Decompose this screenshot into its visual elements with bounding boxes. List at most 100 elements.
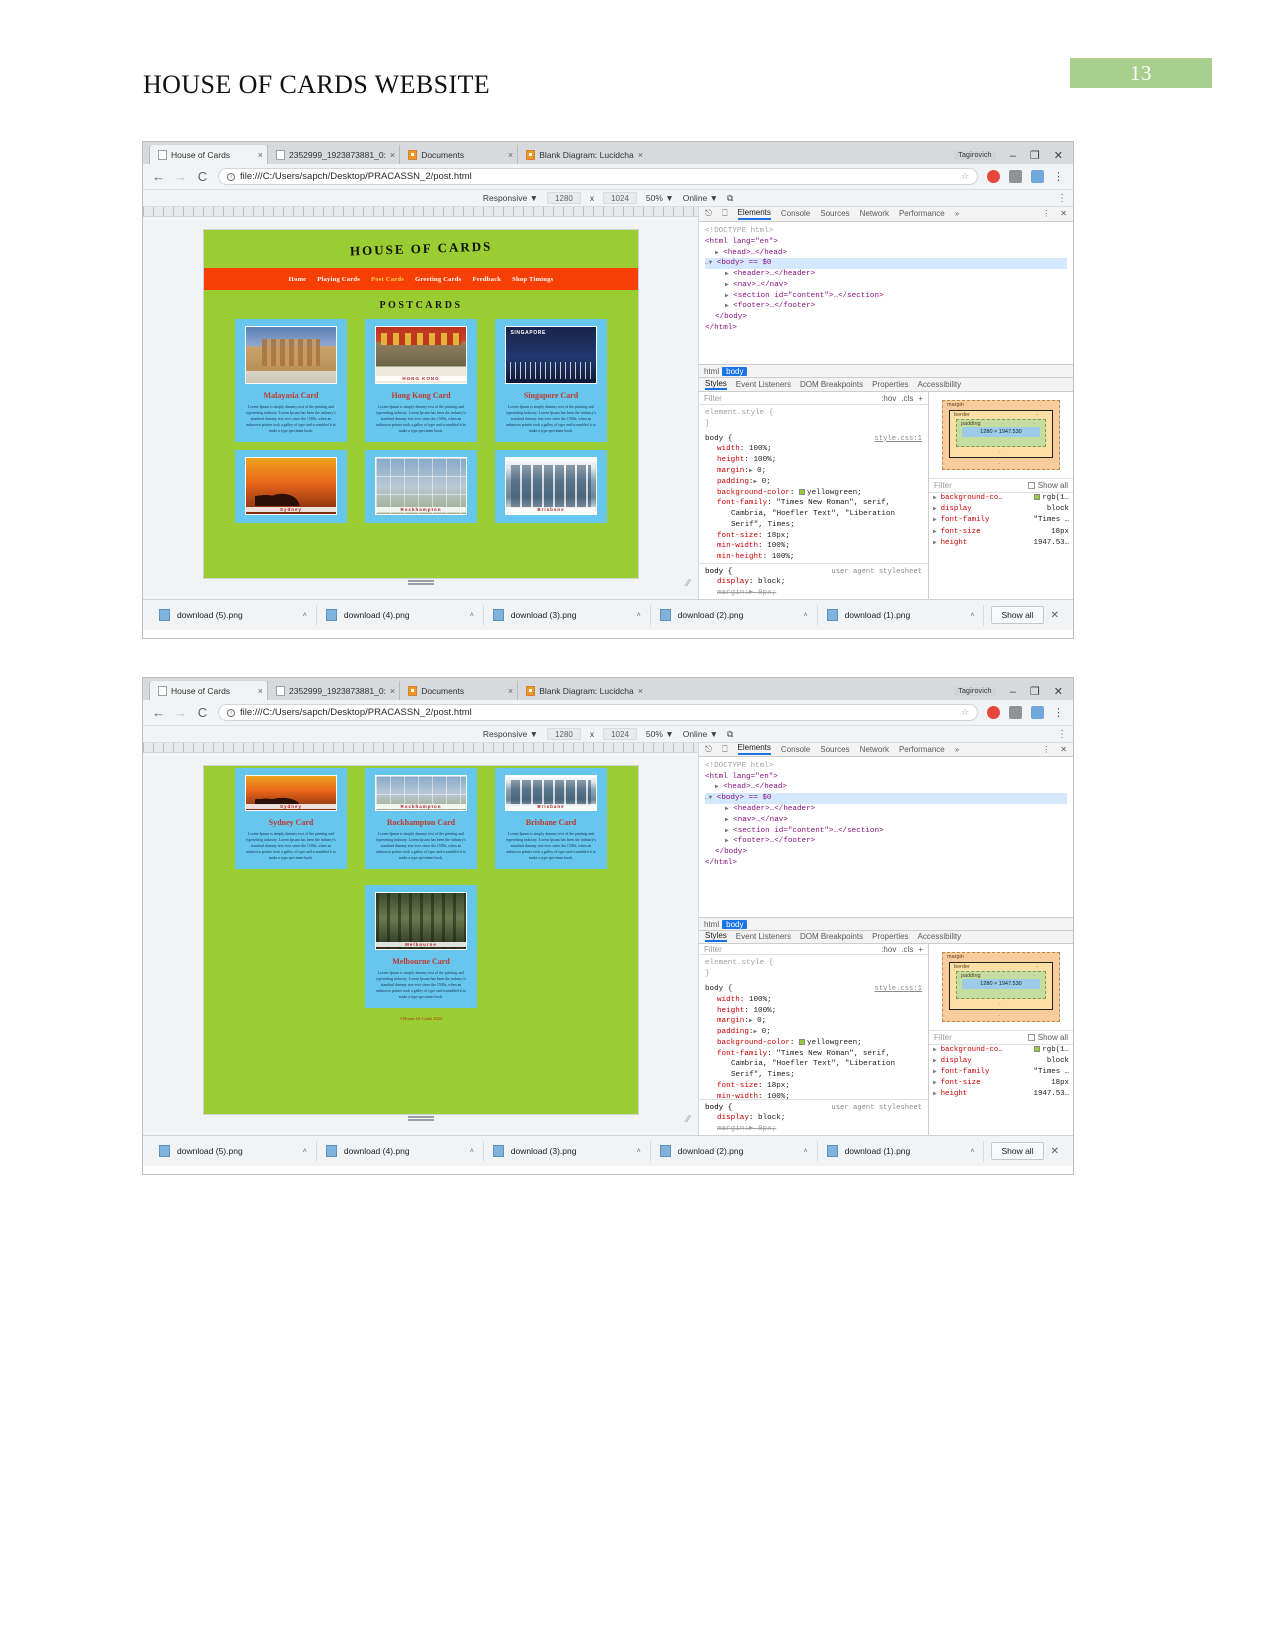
viewport-resize-handle[interactable] [407,1116,434,1121]
chevron-up-icon[interactable]: ˄ [970,1148,974,1155]
dom-body-selected[interactable]: …▼ <body> == $0 [705,793,1067,805]
browser-tab-house-of-cards[interactable]: House of Cards × [149,145,267,164]
tab-network[interactable]: Network [860,209,889,218]
forward-icon[interactable]: → [174,169,187,184]
decl-width[interactable]: width: 100%; [705,444,922,455]
device-toggle-icon[interactable]: ⎕ [722,208,727,219]
computed-row-background-color[interactable]: ▶ background-co… rgb(1… [929,493,1073,504]
download-item-4[interactable]: download (4).png ˄ [317,1140,484,1162]
close-icon[interactable]: × [390,150,395,160]
bookmark-star-icon[interactable]: ☆ [961,171,969,182]
profile-badge[interactable]: Tagirovich [954,151,996,160]
computed-row-font-size[interactable]: ▶ font-size 18px [929,527,1073,538]
inspect-icon[interactable]: ⎋ [705,208,712,219]
device-toolbar-menu-icon[interactable]: ⋮ [1057,193,1067,204]
card-brisbane[interactable]: Brisbane Brisbane Card Lorem Ipsum is si… [495,768,607,870]
checkbox-icon[interactable] [1027,1033,1035,1041]
dom-head[interactable]: ▶ <head>…</head> [705,782,1067,793]
site-info-icon[interactable]: i [227,708,235,717]
new-rule-button[interactable]: + [918,394,923,403]
cls-toggle[interactable]: .cls [901,394,913,403]
card-singapore[interactable]: SINGAPORE Singapore Card Lorem Ipsum is … [495,319,607,443]
computed-show-all-toggle[interactable]: Show all [1027,481,1068,490]
device-select[interactable]: Responsive ▼ [483,193,538,203]
breadcrumb-html[interactable]: html [704,920,719,929]
browser-tab-documents[interactable]: Documents × [399,145,518,164]
nav-link-home[interactable]: Home [289,276,307,283]
card-sydney[interactable]: Sydney Sydney Card Lorem Ipsum is simply… [235,768,347,870]
chevron-up-icon[interactable]: ˄ [303,612,307,619]
box-model-margin[interactable]: margin - border - padding - 1280 × 1947.… [942,400,1060,471]
subtab-styles[interactable]: Styles [705,379,727,391]
subtab-accessibility[interactable]: Accessibility [918,380,962,389]
forward-icon[interactable]: → [174,705,187,720]
download-item-3[interactable]: download (3).png ˄ [484,1140,651,1162]
decl-margin[interactable]: margin:▶ 0; [705,466,922,477]
devtools-close-icon[interactable]: ✕ [1060,209,1067,218]
browser-tab-house-of-cards[interactable]: House of Cards × [149,681,267,700]
download-item-1[interactable]: download (1).png ˄ [818,604,985,626]
box-model-border[interactable]: border - padding - 1280 × 1947.530 - - [949,410,1053,459]
card-sydney[interactable]: Sydney [235,450,347,524]
close-icon[interactable]: × [258,686,263,696]
tab-elements[interactable]: Elements [737,743,771,756]
tab-performance[interactable]: Performance [899,209,945,218]
nav-link-feedback[interactable]: Feedback [472,276,501,283]
throttling-select[interactable]: Online ▼ [683,729,718,739]
zoom-select[interactable]: 50% ▼ [646,193,674,203]
decl-min-height[interactable]: min-height: 100%; [705,552,922,562]
dom-header[interactable]: ▶ <header>…</header> [705,269,1067,280]
minimize-icon[interactable]: – [1010,686,1016,698]
computed-row-height[interactable]: ▶ height 1947.53… [929,1089,1073,1100]
devtools-menu-icon[interactable]: ⋮ [1042,209,1050,218]
dom-header[interactable]: ▶ <header>…</header> [705,804,1067,815]
maximize-icon[interactable]: ❐ [1030,149,1040,162]
computed-show-all-toggle[interactable]: Show all [1027,1033,1068,1042]
tab-console[interactable]: Console [781,209,810,218]
chevron-up-icon[interactable]: ˄ [470,612,474,619]
zoom-select[interactable]: 50% ▼ [646,729,674,739]
style-source-link[interactable]: style.css:1 [875,434,922,444]
tab-performance[interactable]: Performance [899,745,945,754]
close-icon[interactable]: × [258,150,263,160]
browser-menu-icon[interactable]: ⋮ [1053,706,1064,719]
subtab-dom-breakpoints[interactable]: DOM Breakpoints [800,380,863,389]
opera-icon[interactable] [987,170,1000,183]
computed-filter-input[interactable]: Filter [934,1033,952,1042]
close-icon[interactable]: × [508,150,513,160]
browser-tab-2352999[interactable]: 2352999_1923873881_0: × [267,145,400,164]
reload-icon[interactable]: C [196,169,209,184]
box-model-content-size[interactable]: 1280 × 1947.530 [962,978,1040,989]
tab-console[interactable]: Console [781,745,810,754]
browser-tab-documents[interactable]: Documents × [399,681,518,700]
site-info-icon[interactable]: i [227,172,235,181]
computed-row-display[interactable]: ▶ display block [929,504,1073,515]
download-item-5[interactable]: download (5).png ˄ [150,604,317,626]
card-brisbane[interactable]: Brisbane [495,450,607,524]
subtab-event-listeners[interactable]: Event Listeners [736,932,791,941]
download-item-2[interactable]: download (2).png ˄ [651,604,818,626]
overflow-icon[interactable]: » [955,209,959,218]
nav-link-greeting-cards[interactable]: Greeting Cards [415,276,461,283]
maximize-icon[interactable]: ❐ [1030,685,1040,698]
subtab-dom-breakpoints[interactable]: DOM Breakpoints [800,932,863,941]
decl-margin[interactable]: margin:▶ 0; [705,1016,922,1027]
decl-background-color[interactable]: background-color: yellowgreen; [705,488,922,499]
styles-filter-input[interactable]: Filter [704,945,722,954]
ua-decl-margin[interactable]: margin:▶ 8px; [705,588,922,599]
cls-toggle[interactable]: .cls [901,945,913,954]
computed-row-font-size[interactable]: ▶ font-size 18px [929,1078,1073,1089]
dom-section[interactable]: ▶ <section id="content">…</section> [705,826,1067,837]
address-bar[interactable]: i file:///C:/Users/sapch/Desktop/PRACASS… [218,704,978,721]
decl-min-width[interactable]: min-width: 100%; [705,1092,922,1099]
decl-padding[interactable]: padding:▶ 0; [705,477,922,488]
chevron-up-icon[interactable]: ˄ [470,1148,474,1155]
viewport-resize-corner[interactable]: ⁄⁄ [687,578,690,589]
download-item-1[interactable]: download (1).png ˄ [818,1140,985,1162]
tab-sources[interactable]: Sources [820,745,849,754]
decl-font-size[interactable]: font-size: 18px; [705,1081,922,1092]
card-rockhampton[interactable]: Rockhampton Rockhampton Card Lorem Ipsum… [365,768,477,870]
computed-row-height[interactable]: ▶ height 1947.53… [929,538,1073,549]
screen-icon[interactable] [1031,170,1044,183]
back-icon[interactable]: ← [152,169,165,184]
